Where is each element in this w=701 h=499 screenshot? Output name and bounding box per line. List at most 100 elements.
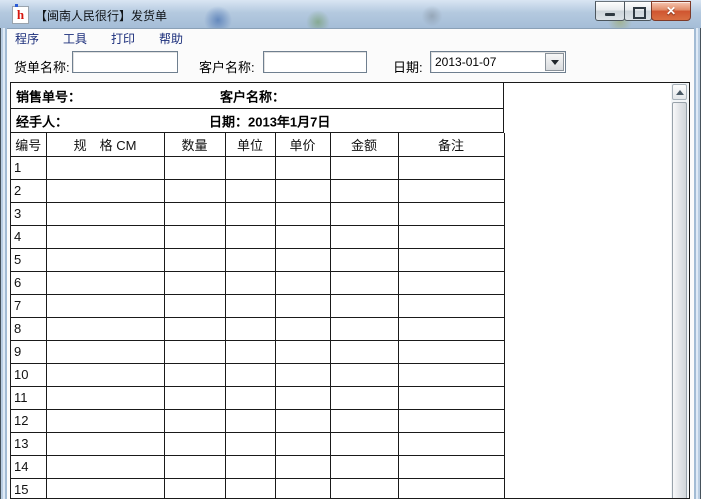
customer-name-input[interactable] [263,51,367,73]
grid-cell[interactable] [46,409,165,433]
grid-cell[interactable] [225,271,276,295]
grid-cell[interactable] [225,340,276,364]
menu-item-program[interactable]: 程序 [9,28,45,49]
grid-cell[interactable] [330,179,399,203]
grid-cell[interactable] [46,248,165,272]
grid-cell[interactable] [398,225,505,249]
restore-button[interactable] [624,1,652,21]
grid-cell[interactable] [46,317,165,341]
grid-cell[interactable] [225,363,276,387]
grid-cell[interactable] [275,248,331,272]
grid-cell[interactable] [330,202,399,226]
grid-cell[interactable] [330,432,399,456]
grid-cell[interactable] [225,455,276,479]
grid-cell[interactable] [164,432,226,456]
grid-cell[interactable] [164,409,226,433]
grid-cell[interactable] [398,386,505,410]
menu-item-print[interactable]: 打印 [105,28,141,49]
grid-cell[interactable] [398,294,505,318]
grid-cell[interactable] [275,363,331,387]
grid-cell[interactable] [275,271,331,295]
grid-cell[interactable] [225,386,276,410]
grid-cell[interactable] [330,340,399,364]
grid-cell[interactable] [398,478,505,498]
grid-cell[interactable] [330,225,399,249]
grid-cell[interactable] [330,478,399,498]
grid-cell[interactable] [164,248,226,272]
grid-cell[interactable] [46,455,165,479]
minimize-button[interactable] [595,1,625,21]
grid-cell[interactable] [46,340,165,364]
grid-cell[interactable] [398,317,505,341]
grid-cell[interactable] [330,386,399,410]
close-button[interactable]: ✕ [651,1,691,21]
grid-cell[interactable] [330,455,399,479]
grid-cell[interactable] [330,294,399,318]
grid-cell[interactable] [330,271,399,295]
grid-cell[interactable] [225,225,276,249]
grid-cell[interactable] [275,386,331,410]
grid-cell[interactable] [275,478,331,498]
grid-cell[interactable] [164,294,226,318]
grid-cell[interactable] [164,478,226,498]
grid-cell[interactable] [330,156,399,180]
date-combobox[interactable] [430,51,566,73]
grid-cell[interactable] [398,248,505,272]
grid-cell[interactable] [275,179,331,203]
grid-cell[interactable] [398,340,505,364]
grid-cell[interactable] [398,202,505,226]
grid-cell[interactable] [225,248,276,272]
grid-cell[interactable] [46,202,165,226]
grid-cell[interactable] [164,455,226,479]
grid-cell[interactable] [46,294,165,318]
grid-cell[interactable] [398,363,505,387]
grid-cell[interactable] [275,317,331,341]
grid-cell[interactable] [164,202,226,226]
grid-cell[interactable] [225,156,276,180]
grid-cell[interactable] [275,156,331,180]
grid-cell[interactable] [275,294,331,318]
grid-cell[interactable] [225,409,276,433]
grid-cell[interactable] [225,478,276,498]
grid-cell[interactable] [46,478,165,498]
grid-cell[interactable] [330,363,399,387]
grid-cell[interactable] [225,432,276,456]
grid-cell[interactable] [275,340,331,364]
grid-cell[interactable] [164,271,226,295]
grid-cell[interactable] [225,317,276,341]
grid-cell[interactable] [164,179,226,203]
grid-cell[interactable] [164,340,226,364]
grid-cell[interactable] [46,386,165,410]
grid-cell[interactable] [398,409,505,433]
date-input[interactable] [431,52,551,72]
scroll-up-button[interactable] [672,84,687,100]
grid-cell[interactable] [275,202,331,226]
grid-cell[interactable] [275,455,331,479]
grid-cell[interactable] [46,432,165,456]
grid-cell[interactable] [46,156,165,180]
grid-cell[interactable] [46,363,165,387]
grid-cell[interactable] [164,225,226,249]
grid-cell[interactable] [164,363,226,387]
grid-cell[interactable] [46,225,165,249]
date-dropdown-button[interactable] [545,53,564,71]
vertical-scrollbar[interactable] [671,83,689,498]
grid-cell[interactable] [398,156,505,180]
grid-cell[interactable] [398,432,505,456]
scrollbar-thumb[interactable] [672,102,687,498]
grid-cell[interactable] [330,409,399,433]
grid-cell[interactable] [46,179,165,203]
grid-cell[interactable] [46,271,165,295]
grid-cell[interactable] [164,156,226,180]
grid-cell[interactable] [330,248,399,272]
grid-cell[interactable] [164,317,226,341]
grid-cell[interactable] [398,455,505,479]
menu-item-help[interactable]: 帮助 [153,28,189,49]
grid-cell[interactable] [275,432,331,456]
grid-cell[interactable] [275,409,331,433]
grid-cell[interactable] [398,179,505,203]
grid-cell[interactable] [275,225,331,249]
menu-item-tools[interactable]: 工具 [57,28,93,49]
grid-cell[interactable] [225,294,276,318]
grid-cell[interactable] [330,317,399,341]
